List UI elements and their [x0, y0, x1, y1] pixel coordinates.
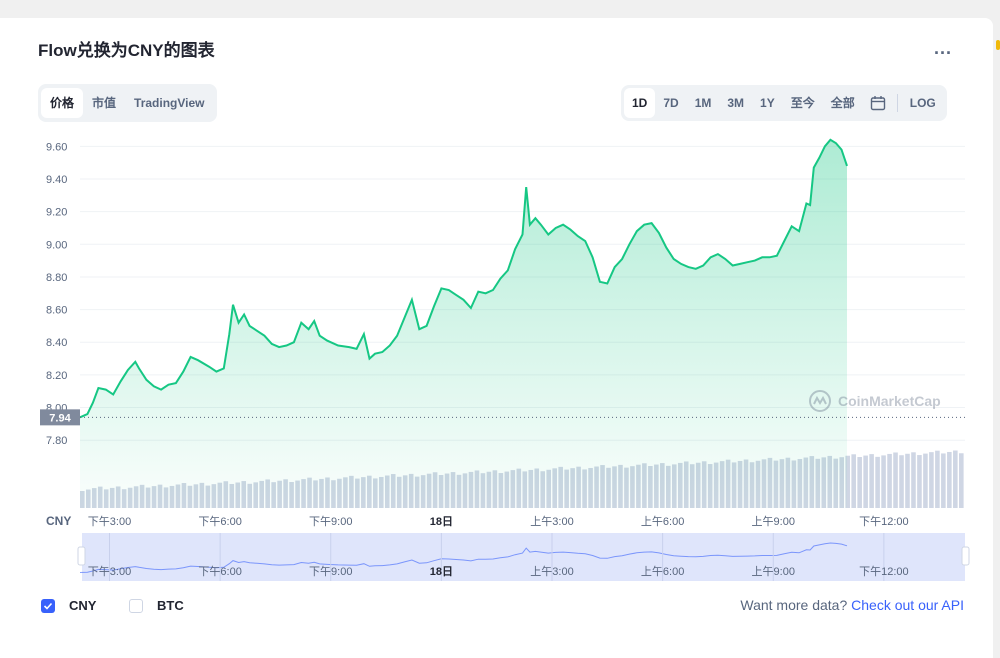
edge-marker: [996, 40, 1000, 50]
volume-bar: [911, 452, 916, 508]
range-tab-group: 1D 7D 1M 3M 1Y 至今 全部 LOG: [621, 85, 947, 121]
volume-bar: [893, 452, 898, 508]
range-1m[interactable]: 1M: [687, 88, 720, 118]
volume-bar: [863, 455, 868, 508]
y-tick-label: 9.00: [46, 239, 67, 251]
volume-bar: [905, 453, 910, 508]
checkbox-empty-icon: [129, 598, 143, 613]
range-1y[interactable]: 1Y: [752, 88, 783, 118]
api-promo-text: Want more data?: [740, 597, 848, 613]
x-tick-label: 下午3:00: [88, 515, 131, 528]
view-tab-group: 价格 市值 TradingView: [38, 84, 217, 122]
x-tick-label: 上午9:00: [752, 515, 795, 528]
navigator-handle-right[interactable]: [961, 546, 970, 566]
y-tick-label: 9.40: [46, 174, 67, 186]
coinmarketcap-logo-icon: [809, 390, 831, 412]
currency-axis-label: CNY: [46, 514, 71, 528]
y-tick-label: 8.20: [46, 370, 67, 382]
navigator-tick-label: 上午6:00: [641, 565, 684, 578]
tab-price[interactable]: 价格: [41, 88, 84, 118]
tab-tradingview[interactable]: TradingView: [125, 88, 213, 118]
checkbox-cny[interactable]: CNY: [41, 598, 96, 613]
volume-bar: [947, 451, 952, 508]
y-tick-label: 9.20: [46, 207, 67, 219]
volume-bar: [851, 454, 856, 508]
volume-bar: [917, 455, 922, 508]
volume-bar: [923, 453, 928, 508]
checkbox-btc[interactable]: BTC: [129, 598, 184, 613]
range-all[interactable]: 全部: [823, 88, 863, 118]
volume-bar: [869, 454, 874, 508]
x-tick-label: 18日: [430, 515, 453, 528]
volume-bar: [941, 453, 946, 508]
range-7d[interactable]: 7D: [655, 88, 686, 118]
x-tick-label: 下午9:00: [309, 515, 352, 528]
api-promo: Want more data? Check out our API: [740, 597, 964, 613]
y-tick-label: 8.80: [46, 272, 67, 284]
y-tick-label: 9.60: [46, 141, 67, 153]
y-tick-label: 8.60: [46, 305, 67, 317]
navigator-tick-label: 下午9:00: [309, 565, 352, 578]
navigator-tick-label: 下午12:00: [859, 565, 909, 578]
price-area: [80, 139, 847, 509]
calendar-icon[interactable]: [863, 88, 893, 118]
x-tick-label: 下午12:00: [859, 515, 909, 528]
navigator-tick-label: 上午9:00: [752, 565, 795, 578]
volume-bar: [953, 450, 958, 508]
navigator-tick-label: 下午3:00: [88, 565, 131, 578]
watermark-text: CoinMarketCap: [838, 393, 941, 409]
y-tick-label: 8.40: [46, 337, 67, 349]
volume-bar: [887, 453, 892, 508]
volume-bar: [857, 457, 862, 508]
log-scale-toggle[interactable]: LOG: [902, 88, 944, 118]
x-axis: 下午3:00 下午6:00 下午9:00 18日 上午3:00 上午6:00 上午9:00 下…: [88, 515, 909, 528]
x-tick-label: 上午3:00: [530, 515, 573, 528]
volume-bar: [881, 455, 886, 508]
navigator-handle-left[interactable]: [77, 546, 86, 566]
navigator-tick-label: 18日: [430, 565, 453, 578]
volume-bar: [929, 452, 934, 508]
range-ytd[interactable]: 至今: [783, 88, 823, 118]
volume-bar: [875, 456, 880, 508]
more-options-button[interactable]: ...: [934, 38, 952, 59]
x-tick-label: 下午6:00: [198, 515, 241, 528]
range-3m[interactable]: 3M: [719, 88, 752, 118]
tab-market-cap[interactable]: 市值: [83, 88, 125, 118]
volume-bar: [959, 453, 964, 508]
checkbox-checked-icon: [41, 598, 55, 613]
api-link[interactable]: Check out our API: [851, 597, 964, 613]
current-price-value: 7.94: [49, 412, 71, 424]
volume-bar: [935, 450, 940, 508]
volume-bar: [899, 455, 904, 508]
range-1d[interactable]: 1D: [624, 88, 656, 118]
checkbox-cny-label: CNY: [69, 598, 97, 613]
watermark: CoinMarketCap: [808, 389, 941, 413]
navigator-tick-label: 上午3:00: [530, 565, 573, 578]
checkbox-btc-label: BTC: [157, 598, 184, 613]
chart-title: Flow兑换为CNY的图表: [38, 41, 215, 60]
price-chart[interactable]: 7.808.008.208.408.608.809.009.209.409.60…: [0, 130, 1000, 590]
y-axis: 7.808.008.208.408.608.809.009.209.409.60: [46, 141, 67, 447]
navigator-tick-label: 下午6:00: [198, 565, 241, 578]
x-tick-label: 上午6:00: [641, 515, 684, 528]
divider: [896, 94, 898, 112]
y-tick-label: 7.80: [46, 435, 67, 447]
